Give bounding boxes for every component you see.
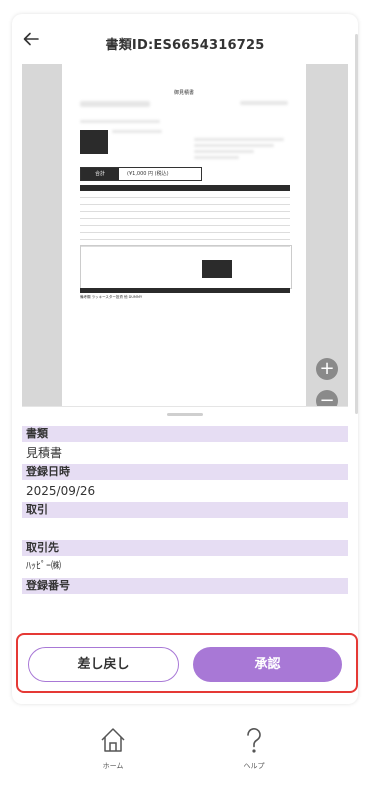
blurred-date: [240, 101, 288, 105]
field-label-registration-number: 登録番号: [22, 578, 348, 594]
field-value-transaction: [22, 518, 348, 540]
blurred-text: [80, 120, 160, 123]
table-row: [80, 219, 290, 226]
items-table: [80, 185, 290, 247]
table-row: [80, 226, 290, 233]
document-info: 書類 見積書 登録日時 2025/09/26 取引 取引先 ﾊｯﾋﾟｰ㈱ 登録番…: [22, 426, 348, 624]
help-icon: [247, 728, 261, 753]
field-value-registration-number: [22, 594, 348, 616]
field-label-client: 取引先: [22, 540, 348, 556]
return-button[interactable]: 差し戻し: [28, 647, 179, 682]
document-page: 御見積書 合計 (¥1,000 円 (税込) 備考欄 ラッキースター投資 他 D…: [62, 64, 306, 422]
table-row: [80, 198, 290, 205]
field-value-client: ﾊｯﾋﾟｰ㈱: [26, 561, 61, 572]
note-text: 備考欄 ラッキースター投資 他 DUMMY: [80, 295, 143, 299]
summary-box: [202, 260, 290, 284]
nav-label-home: ホーム: [102, 762, 124, 770]
field-label-document-type: 書類: [22, 426, 348, 442]
field-value-document-type: 見積書: [26, 446, 63, 460]
nav-item-home[interactable]: ホーム: [83, 725, 143, 771]
page-title: 書類ID:ES6654316725: [105, 38, 265, 53]
blurred-address: [194, 144, 274, 147]
table-row: [80, 212, 290, 219]
bottom-navigation: ホーム ヘルプ: [0, 715, 369, 800]
nav-label-help: ヘルプ: [243, 762, 265, 770]
table-row: [80, 233, 290, 240]
zoom-in-button[interactable]: +: [316, 358, 338, 380]
scrollbar[interactable]: [355, 34, 358, 414]
company-logo-block: [80, 130, 108, 154]
field-value-registered-at: 2025/09/26: [26, 484, 96, 498]
document-title: 御見積書: [173, 90, 194, 96]
document-detail-card: 書類ID:ES6654316725 御見積書 合計 (¥1,000 円 (税込): [12, 14, 358, 704]
blurred-contact: [194, 156, 239, 159]
blurred-address: [194, 138, 284, 141]
blurred-text: [112, 130, 162, 133]
header: 書類ID:ES6654316725: [12, 14, 358, 68]
nav-item-help[interactable]: ヘルプ: [224, 725, 284, 771]
total-amount-box: 合計 (¥1,000 円 (税込): [80, 167, 202, 181]
field-label-registered-at: 登録日時: [22, 464, 348, 480]
action-area: 差し戻し 承認: [16, 633, 358, 693]
total-value: (¥1,000 円 (税込): [127, 171, 169, 177]
blurred-recipient: [80, 101, 150, 107]
sheet-drag-area[interactable]: [22, 406, 348, 425]
approve-button[interactable]: 承認: [193, 647, 342, 682]
note-header: [80, 288, 290, 293]
table-row: [80, 205, 290, 212]
blurred-address: [194, 150, 254, 153]
drag-handle[interactable]: [167, 413, 203, 416]
summary-row: [202, 272, 290, 278]
plus-icon: +: [319, 358, 335, 379]
total-label: 合計: [81, 168, 119, 180]
home-icon: [101, 728, 125, 752]
field-label-transaction: 取引: [22, 502, 348, 518]
document-preview[interactable]: 御見積書 合計 (¥1,000 円 (税込) 備考欄 ラッキースター投資 他 D…: [22, 64, 348, 422]
table-row: [80, 191, 290, 198]
